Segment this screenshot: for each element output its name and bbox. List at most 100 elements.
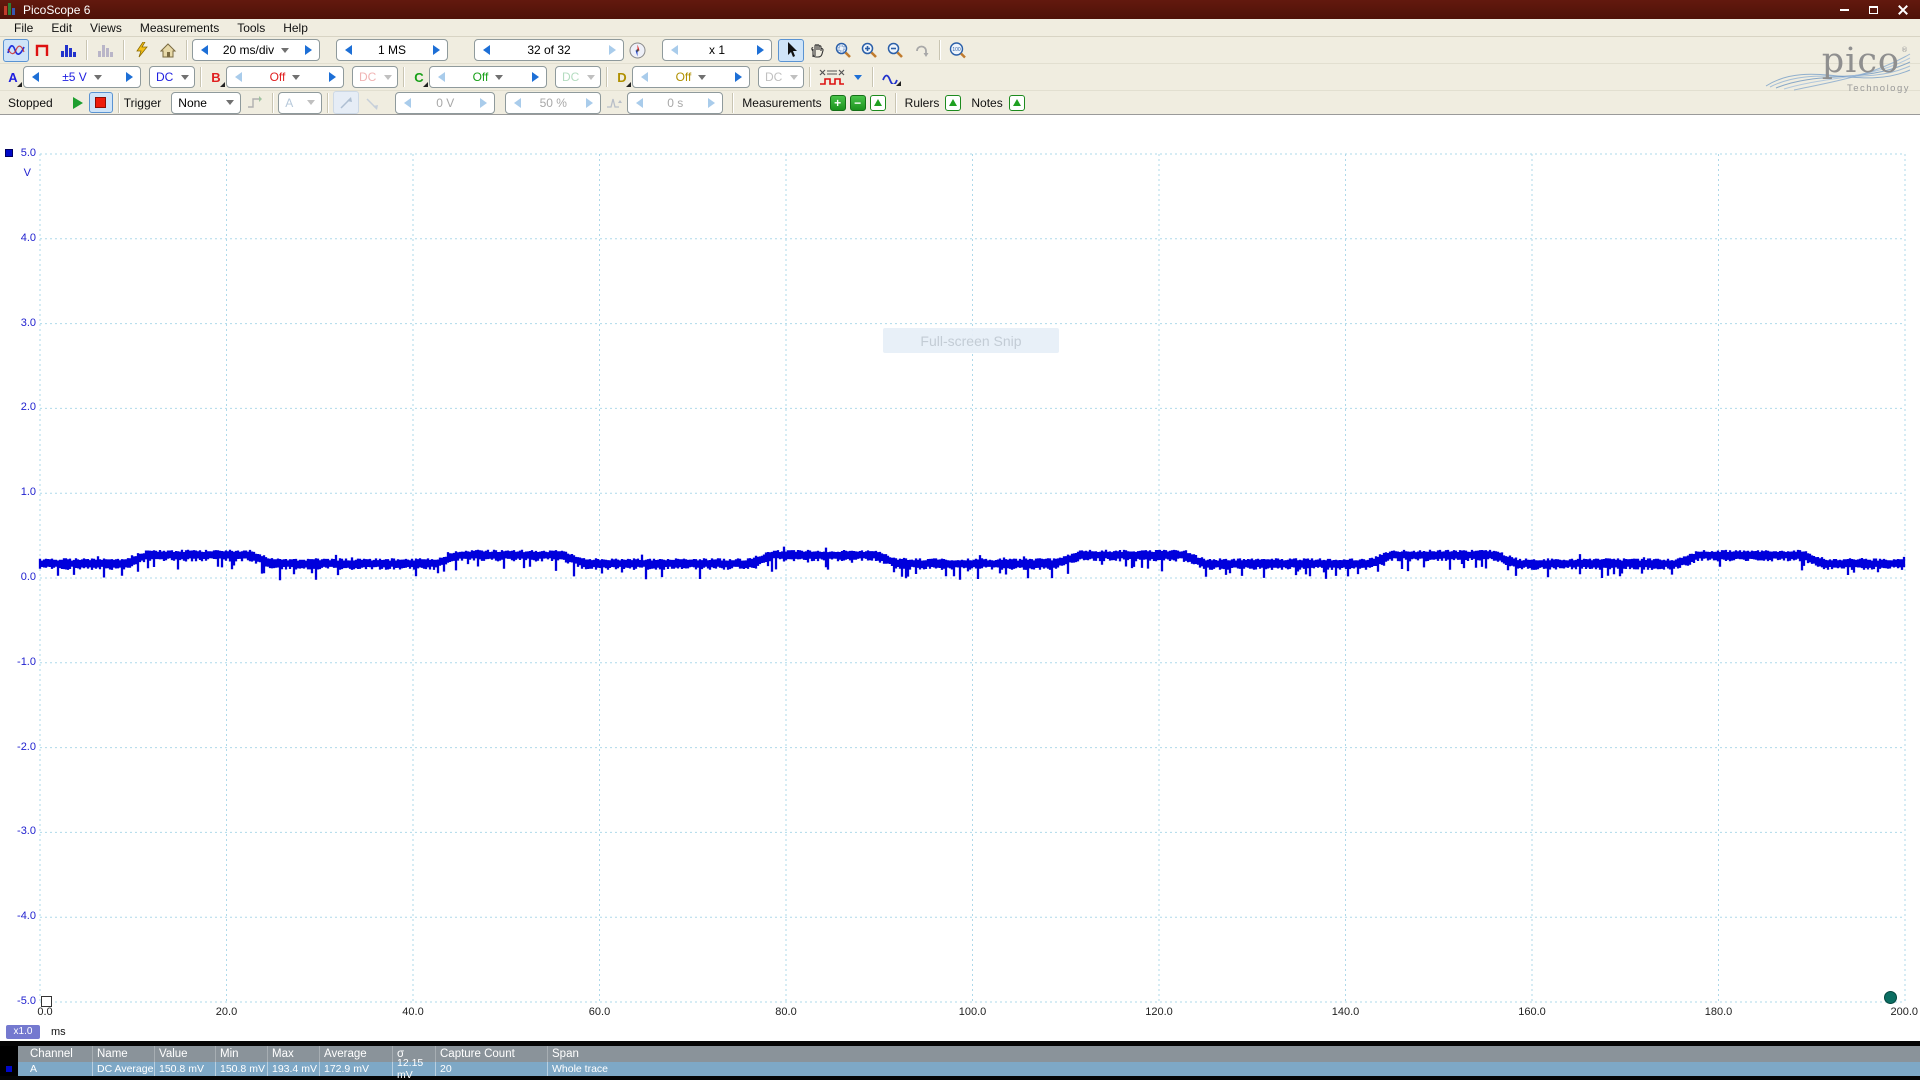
channel-d-range-value[interactable]: Off	[655, 70, 727, 84]
x-axis-tick-label: 20.0	[206, 1006, 248, 1018]
trigger-mode-select[interactable]: None	[171, 92, 241, 114]
rulers-label: Rulers	[905, 96, 940, 110]
timebase-increase-button[interactable]	[297, 40, 319, 60]
channel-a-range-up-button[interactable]	[118, 67, 140, 87]
normal-selection-tool-button[interactable]	[778, 39, 804, 62]
connect-detect-button[interactable]	[129, 39, 155, 62]
menu-help[interactable]: Help	[274, 19, 317, 36]
channel-a-options-button[interactable]: A	[3, 66, 23, 88]
timebase-control: 20 ms/div	[192, 39, 320, 61]
trigger-level-value: 0 V	[418, 96, 472, 110]
start-capture-button[interactable]	[67, 93, 89, 113]
minimize-button[interactable]	[1831, 2, 1858, 17]
menu-edit[interactable]: Edit	[42, 19, 81, 36]
notes-label: Notes	[971, 96, 1002, 110]
table-header-channel[interactable]: Channel	[18, 1046, 92, 1062]
chevron-down-icon	[307, 100, 315, 105]
digital-channels-button[interactable]	[815, 66, 849, 89]
table-header-max[interactable]: Max	[267, 1046, 319, 1062]
rulers-button[interactable]	[945, 95, 961, 111]
zoom-full-button[interactable]: 100	[945, 39, 971, 62]
channel-c-range-value[interactable]: Off	[452, 70, 524, 84]
table-header-span[interactable]: Span	[547, 1046, 1920, 1062]
samples-decrease-button[interactable]	[337, 40, 359, 60]
channel-b-options-button[interactable]: B	[206, 66, 226, 88]
channel-d-range-down-button[interactable]	[633, 67, 655, 87]
table-header-capture-count[interactable]: Capture Count	[435, 1046, 547, 1062]
timebase-decrease-button[interactable]	[193, 40, 215, 60]
axis-end-handle[interactable]	[1884, 991, 1897, 1004]
stop-capture-button[interactable]	[89, 92, 113, 113]
math-channels-button[interactable]	[878, 66, 904, 89]
samples-value[interactable]: 1 MS	[359, 43, 425, 57]
channel-a-coupling-select[interactable]: DC	[149, 66, 195, 88]
zoom-factor-control: x 1	[662, 39, 772, 61]
channel-a-range-text: ±5 V	[62, 70, 87, 84]
buffer-overview-button[interactable]	[624, 39, 650, 62]
channel-a-range-value[interactable]: ±5 V	[46, 70, 118, 84]
table-header-min[interactable]: Min	[215, 1046, 267, 1062]
buffer-previous-button[interactable]	[475, 40, 497, 60]
channels-toolbar: A ±5 V DC B Off DC C Off DC D Off	[0, 64, 1920, 91]
delete-measurement-button[interactable]: −	[850, 95, 866, 111]
channel-a-axis-marker[interactable]	[5, 149, 13, 157]
channel-a-range-down-button[interactable]	[24, 67, 46, 87]
zoom-increase-button[interactable]	[749, 40, 771, 60]
channel-c-range-down-button[interactable]	[430, 67, 452, 87]
samples-increase-button[interactable]	[425, 40, 447, 60]
marquee-zoom-tool-button[interactable]	[830, 39, 856, 62]
channel-b-range-value[interactable]: Off	[249, 70, 321, 84]
close-button[interactable]	[1889, 2, 1916, 17]
edit-measurement-button[interactable]	[870, 95, 886, 111]
measurements-table-header: ChannelNameValueMinMaxAverageσCapture Co…	[0, 1046, 1920, 1062]
notes-button[interactable]	[1009, 95, 1025, 111]
y-axis-tick-label: -2.0	[2, 741, 36, 753]
menu-views[interactable]: Views	[81, 19, 131, 36]
channel-c-options-button[interactable]: C	[409, 66, 429, 88]
table-header-average[interactable]: Average	[319, 1046, 392, 1062]
digital-channels-icon	[818, 68, 846, 86]
spectrum-bars-icon	[60, 43, 77, 58]
channel-a-coupling-text: DC	[156, 70, 173, 84]
menu-tools[interactable]: Tools	[228, 19, 274, 36]
trigger-delay-value: 0 s	[650, 96, 700, 110]
svg-text:100: 100	[952, 47, 961, 53]
x-axis-unit: ms	[51, 1026, 66, 1038]
scope-view[interactable]: 5.04.03.02.01.00.0-1.0-2.0-3.0-4.0-5.0 V…	[0, 115, 1920, 1022]
y-axis-tick-label: -4.0	[2, 910, 36, 922]
channel-b-range-up-button[interactable]	[321, 67, 343, 87]
spectrum-view-button[interactable]	[55, 39, 81, 62]
home-settings-button[interactable]	[155, 39, 181, 62]
table-header-name[interactable]: Name	[92, 1046, 154, 1062]
table-header-value[interactable]: Value	[154, 1046, 215, 1062]
table-cell: Whole trace	[547, 1062, 1920, 1076]
measurements-table-row[interactable]: ADC Average150.8 mV150.8 mV193.4 mV172.9…	[0, 1062, 1920, 1076]
channel-d-options-button[interactable]: D	[612, 66, 632, 88]
timebase-value[interactable]: 20 ms/div	[215, 43, 297, 57]
chevron-down-icon	[854, 75, 862, 80]
x-zoom-badge[interactable]: x1.0	[6, 1025, 40, 1039]
x-axis-tick-label: 160.0	[1511, 1006, 1553, 1018]
buffer-next-button[interactable]	[601, 40, 623, 60]
digital-channels-dropdown-button[interactable]	[849, 64, 867, 90]
menu-file[interactable]: File	[5, 19, 42, 36]
chevron-down-icon	[587, 75, 595, 80]
chevron-down-icon	[281, 48, 289, 53]
zoom-in-tool-button[interactable]	[856, 39, 882, 62]
channel-b-range-down-button[interactable]	[227, 67, 249, 87]
channel-c-coupling-select: DC	[555, 66, 601, 88]
maximize-button[interactable]	[1860, 2, 1887, 17]
channel-c-range-up-button[interactable]	[524, 67, 546, 87]
menu-measurements[interactable]: Measurements	[131, 19, 228, 36]
persistence-view-button[interactable]	[29, 39, 55, 62]
channel-d-range-up-button[interactable]	[727, 67, 749, 87]
scope-view-button[interactable]	[3, 39, 29, 62]
axis-origin-handle[interactable]	[41, 996, 52, 1007]
window-title: PicoScope 6	[23, 3, 90, 17]
row-swatch-cell	[0, 1062, 18, 1076]
add-measurement-button[interactable]: +	[830, 95, 846, 111]
hand-pan-tool-button[interactable]	[804, 39, 830, 62]
zoom-100-icon: 100	[949, 42, 967, 59]
zoom-decrease-button[interactable]	[663, 40, 685, 60]
zoom-out-tool-button[interactable]	[882, 39, 908, 62]
